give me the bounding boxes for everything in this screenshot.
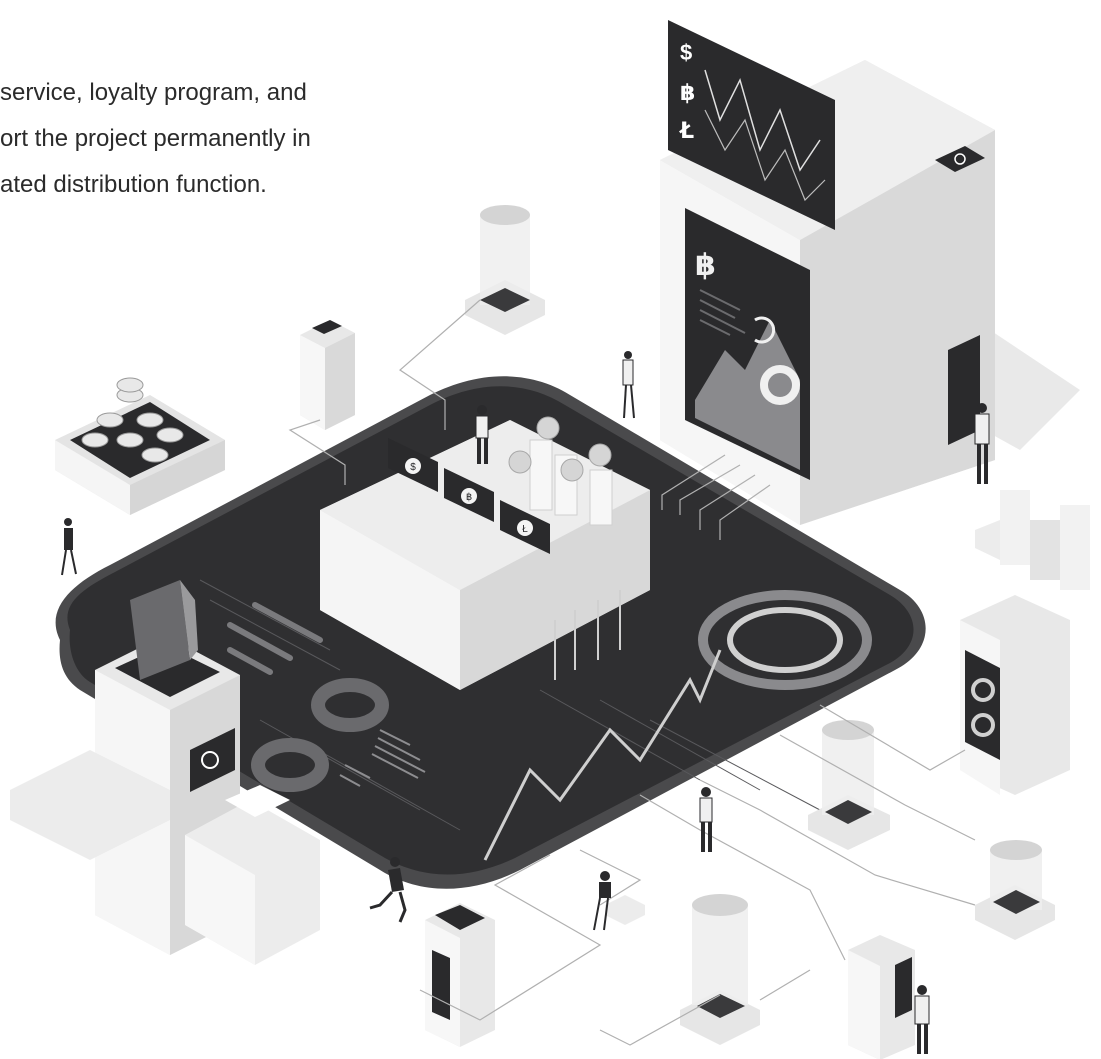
svg-text:฿: ฿: [695, 248, 716, 283]
dollar-capsule: [465, 205, 545, 335]
person-standing-board: [699, 787, 713, 852]
svg-text:$: $: [410, 462, 416, 473]
right-blocks: [975, 490, 1090, 590]
bottom-server-left: [425, 903, 495, 1047]
svg-text:฿: ฿: [466, 492, 472, 503]
bitcoin-icon: ฿: [680, 81, 695, 106]
capsule-bitcoin: [680, 894, 760, 1045]
main-tower: $ ฿ Ł ฿: [660, 20, 995, 525]
dollar-icon: $: [680, 40, 692, 65]
bottom-server-right: [848, 935, 915, 1059]
small-server-pillar: [300, 320, 355, 430]
litecoin-icon: Ł: [679, 119, 694, 144]
person-sitting: [593, 871, 611, 931]
capsule-litecoin: [975, 840, 1055, 940]
svg-text:Ł: Ł: [522, 524, 528, 535]
speaker-tower: [960, 595, 1070, 795]
person-bottom-right: [914, 985, 930, 1054]
person-walking-left: [61, 518, 77, 576]
small-bench: [605, 895, 645, 925]
person-top-walking: [622, 351, 635, 419]
coin-tray: [55, 377, 225, 515]
person-at-tower: [974, 403, 990, 484]
isometric-crypto-illustration: $ ฿ Ł $ ฿ Ł ฿: [10, 20, 1090, 1059]
